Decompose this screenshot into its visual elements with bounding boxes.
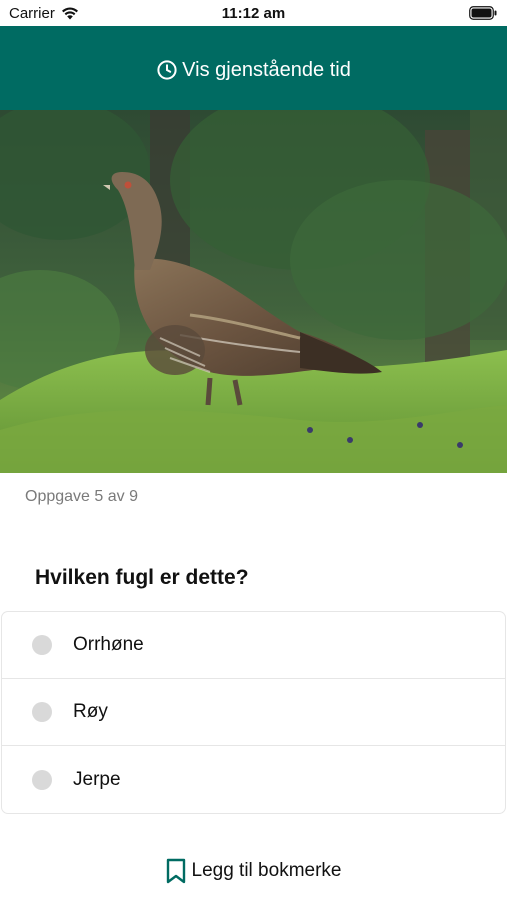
show-remaining-time-label: Vis gjenstående tid	[182, 58, 351, 81]
status-bar: Carrier 11:12 am	[0, 0, 507, 26]
answer-option-label: Jerpe	[73, 768, 121, 790]
answer-options: Orrhøne Røy Jerpe	[2, 612, 505, 813]
show-remaining-time-button[interactable]: Vis gjenstående tid	[156, 59, 351, 82]
answer-option[interactable]: Jerpe	[2, 746, 505, 813]
radio-button[interactable]	[32, 635, 52, 655]
quiz-header: Vis gjenstående tid	[0, 26, 507, 110]
bird-image	[0, 110, 507, 473]
add-bookmark-button[interactable]: Legg til bokmerke	[0, 858, 507, 884]
answer-option[interactable]: Røy	[2, 679, 505, 746]
question-progress: Oppgave 5 av 9	[25, 488, 138, 505]
radio-button[interactable]	[32, 702, 52, 722]
answer-option[interactable]: Orrhøne	[2, 612, 505, 679]
question-text: Hvilken fugl er dette?	[35, 566, 249, 589]
answer-option-label: Orrhøne	[73, 634, 144, 655]
battery-icon	[469, 6, 497, 20]
clock-icon	[157, 60, 177, 80]
bird-photo	[0, 110, 507, 473]
answer-option-label: Røy	[73, 701, 108, 722]
status-time: 11:12 am	[221, 5, 286, 22]
radio-button[interactable]	[32, 769, 52, 790]
add-bookmark-label: Legg til bokmerke	[191, 860, 342, 881]
bookmark-icon	[166, 858, 185, 884]
